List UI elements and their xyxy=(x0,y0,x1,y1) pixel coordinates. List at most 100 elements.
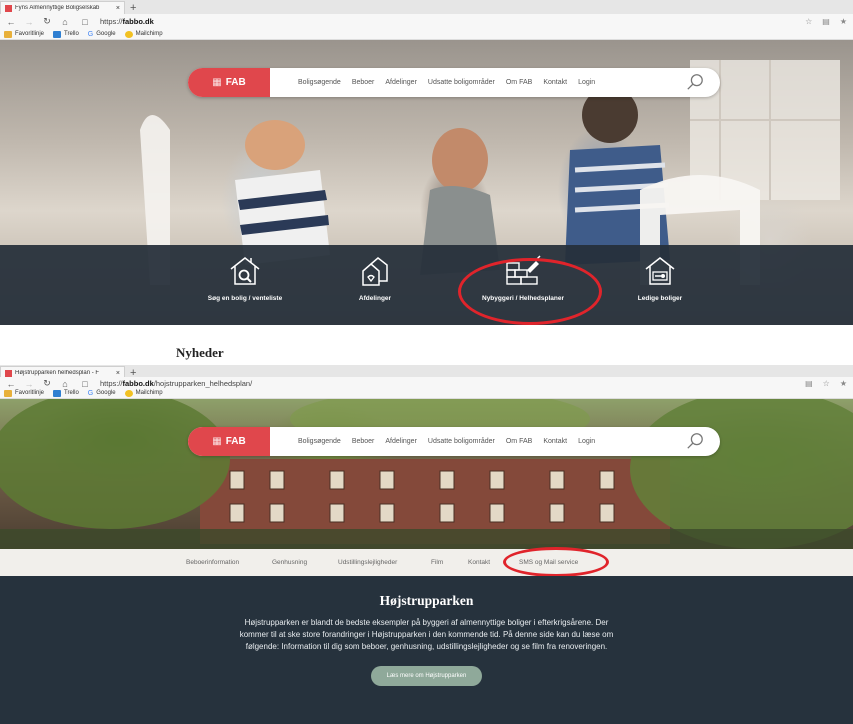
new-tab-button[interactable]: + xyxy=(130,2,136,14)
favorites-bar-2: Favoritlinje Trello G Google Mailchimp xyxy=(0,388,853,399)
nav-link-afdelinger[interactable]: Afdelinger xyxy=(385,438,417,445)
fav-label: Favoritlinje xyxy=(15,31,45,37)
subnav-genhusning[interactable]: Genhusning xyxy=(272,559,307,566)
reading-view-icon[interactable]: ▤ xyxy=(822,17,830,26)
nav-link-boligsogende[interactable]: Boligsøgende xyxy=(298,79,341,86)
folder-icon xyxy=(4,30,12,38)
favicon-icon xyxy=(5,4,12,12)
fav-label: Mailchimp xyxy=(135,390,163,396)
sub-navigation: Beboerinformation Genhusning Udstillings… xyxy=(0,549,853,576)
address-actions: ☆ ▤ ★ xyxy=(805,17,847,26)
nav-link-login[interactable]: Login xyxy=(578,79,595,86)
trello-icon xyxy=(53,30,62,38)
favorites-bar-item-mailchimp[interactable]: Mailchimp xyxy=(124,389,163,397)
fav-label: Favoritlinje xyxy=(15,390,45,396)
house-key-icon xyxy=(645,257,675,285)
subnav-udstillingslejligheder[interactable]: Udstillingslejligheder xyxy=(338,559,397,566)
read-more-button[interactable]: Læs mere om Højstrupparken xyxy=(370,666,483,686)
mailchimp-icon xyxy=(124,389,133,397)
home-icon[interactable]: ⌂ xyxy=(58,379,72,389)
nav-links: Boligsøgende Beboer Afdelinger Udsatte b… xyxy=(298,438,595,445)
favorites-bar-item-trello[interactable]: Trello xyxy=(53,389,79,397)
forward-icon[interactable]: → xyxy=(22,379,36,389)
nav-link-beboer[interactable]: Beboer xyxy=(352,79,375,86)
url-host: fabbo.dk xyxy=(122,379,154,388)
fab-logo-icon: ▦ xyxy=(212,77,222,88)
category-sog-bolig[interactable]: Søg en bolig / venteliste xyxy=(180,255,310,302)
url-prefix: https:// xyxy=(100,379,123,388)
close-tab-icon[interactable]: × xyxy=(116,370,120,377)
nav-link-boligsogende[interactable]: Boligsøgende xyxy=(298,438,341,445)
nav-link-udsatte-boligomrader[interactable]: Udsatte boligområder xyxy=(428,79,495,86)
category-label: Ledige boliger xyxy=(637,295,683,302)
subnav-kontakt[interactable]: Kontakt xyxy=(468,559,490,566)
favorites-bar-item-favoritlinje[interactable]: Favoritlinje xyxy=(4,389,45,397)
favorites-bar-item-google[interactable]: G Google xyxy=(88,31,116,38)
nav-link-om-fab[interactable]: Om FAB xyxy=(506,79,532,86)
tab-title: Højstrupparken helhedsplan - F xyxy=(15,370,100,376)
search-icon[interactable] xyxy=(686,73,704,91)
nav-link-login[interactable]: Login xyxy=(578,438,595,445)
category-afdelinger[interactable]: Afdelinger xyxy=(310,255,440,302)
favorites-bar-item-trello[interactable]: Trello xyxy=(53,30,79,38)
hero-image-family: ▦ FAB Boligsøgende Beboer Afdelinger Udsa… xyxy=(0,40,853,325)
url-path: /hojstrupparken_helhedsplan/ xyxy=(153,379,253,388)
nav-link-kontakt[interactable]: Kontakt xyxy=(543,438,567,445)
subnav-beboerinformation[interactable]: Beboerinformation xyxy=(186,559,239,566)
browser-tabbar-1: Fyns Almennyttige Boligselskab × + xyxy=(0,0,853,14)
content-section: Højstrupparken Højstrupparken er blandt … xyxy=(0,576,853,724)
address-bar-row-1: ← → ↻ ⌂ □ https://fabbo.dk ☆ ▤ ★ xyxy=(0,14,853,29)
brick-trowel-icon xyxy=(506,255,541,285)
subnav-film[interactable]: Film xyxy=(431,559,443,566)
browser-tab-1[interactable]: Fyns Almennyttige Boligselskab × xyxy=(0,1,125,14)
favorites-bar-item-google[interactable]: G Google xyxy=(88,390,116,397)
reading-view-icon[interactable]: ▤ xyxy=(805,379,813,388)
fav-label: Google xyxy=(96,390,116,396)
hero-photo xyxy=(0,399,853,549)
logo-text: FAB xyxy=(225,436,246,447)
back-icon[interactable]: ← xyxy=(4,379,18,389)
fav-label: Trello xyxy=(64,31,79,37)
address-actions: ▤ ☆ ★ xyxy=(805,379,847,388)
house-search-icon xyxy=(230,257,260,285)
category-ledige-boliger[interactable]: Ledige boliger xyxy=(595,255,725,302)
category-label: Afdelinger xyxy=(358,295,392,302)
nav-link-om-fab[interactable]: Om FAB xyxy=(506,438,532,445)
nav-link-afdelinger[interactable]: Afdelinger xyxy=(385,79,417,86)
fav-label: Google xyxy=(96,31,116,37)
forward-icon[interactable]: → xyxy=(22,17,36,27)
fab-logo-icon: ▦ xyxy=(212,436,222,447)
search-icon[interactable] xyxy=(686,432,704,450)
buildings-icon xyxy=(362,257,388,286)
favorites-icon[interactable]: ★ xyxy=(840,17,847,26)
fab-logo[interactable]: ▦ FAB xyxy=(188,68,270,97)
refresh-icon[interactable]: ↻ xyxy=(40,16,54,27)
url-host: fabbo.dk xyxy=(122,17,154,26)
home-icon[interactable]: ⌂ xyxy=(58,17,72,27)
category-nybyggeri[interactable]: Nybyggeri / Helhedsplaner xyxy=(458,255,588,302)
subnav-sms-og-mail-service[interactable]: SMS og Mail service xyxy=(519,559,578,566)
hero-image-buildings: ▦ FAB Boligsøgende Beboer Afdelinger Udsa… xyxy=(0,399,853,549)
url-field[interactable]: https://fabbo.dk/hojstrupparken_helhedsp… xyxy=(100,379,252,388)
lock-icon: □ xyxy=(82,16,88,27)
category-label: Nybyggeri / Helhedsplaner xyxy=(482,295,564,302)
close-tab-icon[interactable]: × xyxy=(116,5,120,12)
url-prefix: https:// xyxy=(100,17,123,26)
lock-icon: □ xyxy=(82,378,88,389)
url-field[interactable]: https://fabbo.dk xyxy=(100,17,154,26)
favorites-bar-item-favoritlinje[interactable]: Favoritlinje xyxy=(4,30,45,38)
back-icon[interactable]: ← xyxy=(4,17,18,27)
nav-link-kontakt[interactable]: Kontakt xyxy=(543,79,567,86)
content-title: Højstrupparken xyxy=(379,593,474,608)
favorites-bar-item-mailchimp[interactable]: Mailchimp xyxy=(124,30,163,38)
fav-label: Trello xyxy=(64,390,79,396)
nav-link-udsatte-boligomrader[interactable]: Udsatte boligområder xyxy=(428,438,495,445)
fab-logo[interactable]: ▦ FAB xyxy=(188,427,270,456)
star-icon[interactable]: ☆ xyxy=(805,17,812,26)
nav-link-beboer[interactable]: Beboer xyxy=(352,438,375,445)
favorites-icon[interactable]: ★ xyxy=(840,379,847,388)
news-heading: Nyheder xyxy=(176,345,224,360)
category-band: Søg en bolig / venteliste Afdelinger Nyb… xyxy=(0,245,853,325)
nav-links: Boligsøgende Beboer Afdelinger Udsatte b… xyxy=(298,79,595,86)
star-icon[interactable]: ☆ xyxy=(823,379,830,388)
